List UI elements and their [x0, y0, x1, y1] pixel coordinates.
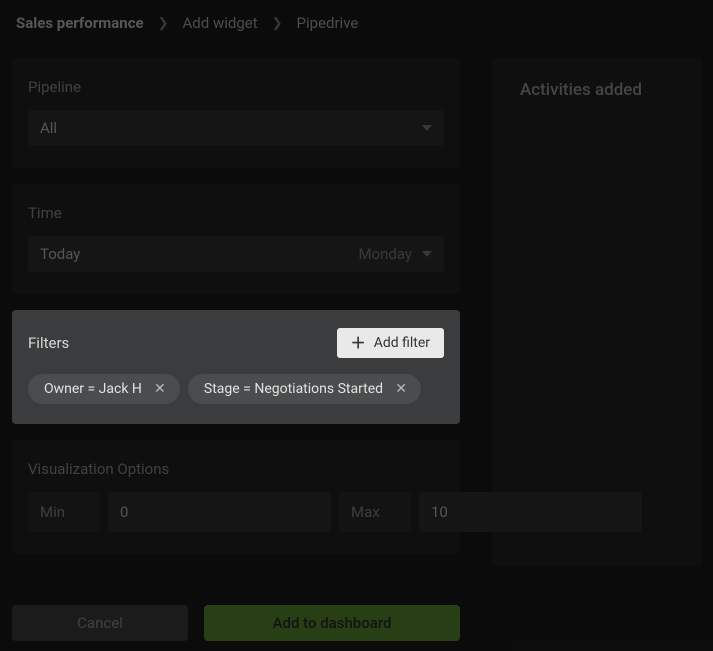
footer-actions: Cancel Add to dashboard [12, 605, 460, 641]
add-filter-button[interactable]: ＋ Add filter [337, 328, 444, 358]
visualization-options-label: Visualization Options [28, 460, 444, 478]
time-label: Time [28, 204, 444, 222]
filter-chip-text: Stage = Negotiations Started [204, 381, 383, 397]
visualization-options-card: Visualization Options Min Max [12, 440, 460, 554]
close-icon[interactable]: ✕ [393, 381, 409, 397]
chevron-down-icon [422, 251, 432, 257]
time-card: Time Today Monday [12, 184, 460, 294]
filter-chip[interactable]: Stage = Negotiations Started ✕ [188, 374, 421, 404]
breadcrumb: Sales performance ❯ Add widget ❯ Pipedri… [0, 0, 713, 48]
add-to-dashboard-button[interactable]: Add to dashboard [204, 605, 460, 641]
preview-panel: Activities added [492, 58, 702, 566]
breadcrumb-root[interactable]: Sales performance [16, 14, 144, 32]
breadcrumb-leaf: Pipedrive [297, 14, 359, 32]
close-icon[interactable]: ✕ [152, 381, 168, 397]
filter-chip[interactable]: Owner = Jack H ✕ [28, 374, 180, 404]
filters-card: Filters ＋ Add filter Owner = Jack H ✕ St… [12, 310, 460, 424]
cancel-button[interactable]: Cancel [12, 605, 188, 641]
filter-chip-text: Owner = Jack H [44, 381, 142, 397]
filters-label: Filters [28, 334, 69, 352]
preview-title: Activities added [520, 80, 674, 100]
pipeline-label: Pipeline [28, 78, 444, 96]
pipeline-select-value: All [40, 119, 57, 137]
filter-chips: Owner = Jack H ✕ Stage = Negotiations St… [28, 374, 444, 404]
chevron-down-icon [422, 125, 432, 131]
min-label: Min [28, 492, 100, 532]
pipeline-card: Pipeline All [12, 58, 460, 168]
min-input[interactable] [108, 492, 331, 532]
plus-icon: ＋ [351, 336, 366, 351]
max-label: Max [339, 492, 411, 532]
time-select-value: Today [40, 245, 80, 263]
chevron-right-icon: ❯ [272, 16, 283, 31]
time-select[interactable]: Today Monday [28, 236, 444, 272]
add-filter-label: Add filter [374, 335, 430, 351]
max-input[interactable] [419, 492, 642, 532]
pipeline-select[interactable]: All [28, 110, 444, 146]
time-select-hint: Monday [358, 245, 412, 263]
chevron-right-icon: ❯ [158, 16, 169, 31]
breadcrumb-add-widget[interactable]: Add widget [183, 14, 258, 32]
